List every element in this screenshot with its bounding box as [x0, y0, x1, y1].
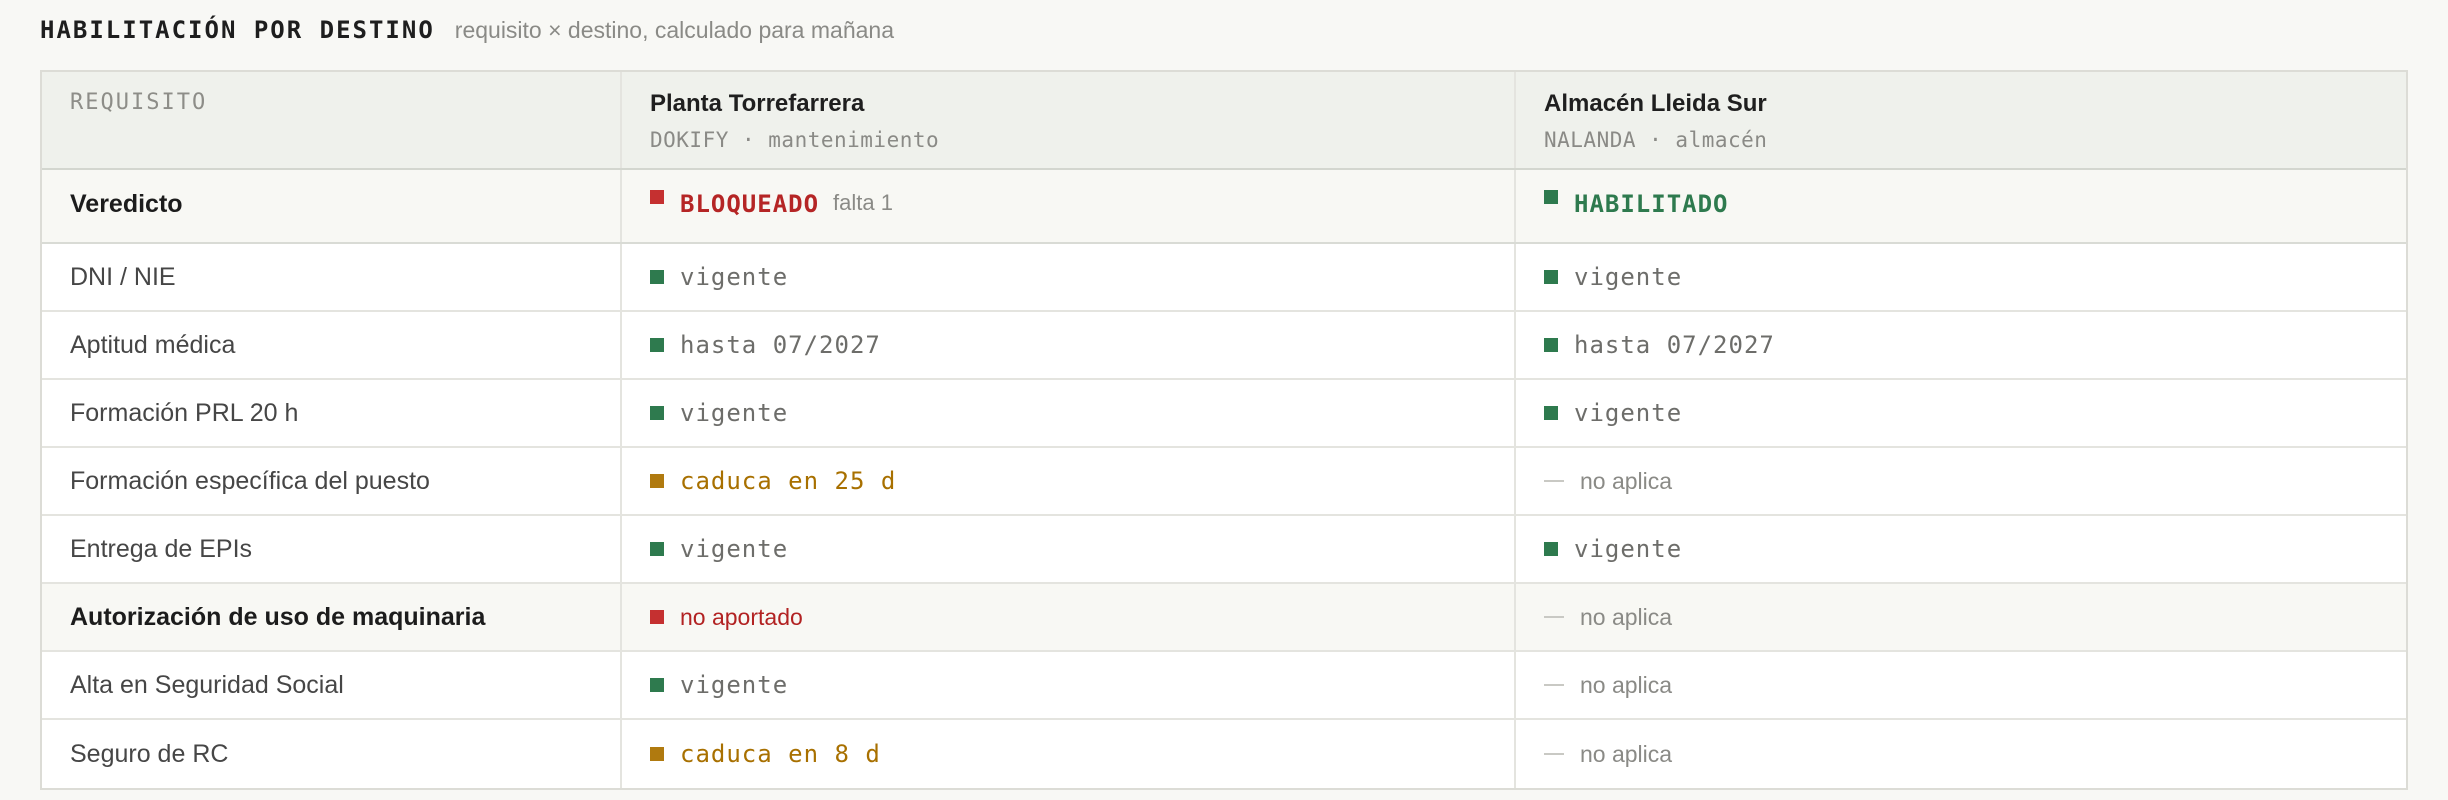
status-cell[interactable]: no aportado — [622, 584, 1516, 650]
requirement-cell: Formación PRL 20 h — [42, 380, 622, 446]
status-cell[interactable]: vigente — [622, 516, 1516, 582]
section-title: HABILITACIÓN POR DESTINO — [40, 16, 435, 44]
requirement-label: Autorización de uso de maquinaria — [70, 602, 486, 631]
requirement-cell: Aptitud médica — [42, 312, 622, 378]
section-subtitle: requisito × destino, calculado para maña… — [454, 16, 894, 43]
requirement-cell: Alta en Seguridad Social — [42, 652, 622, 718]
status-cell[interactable]: hasta 07/2027 — [1516, 312, 2406, 378]
status-text: caduca en 8 d — [680, 740, 881, 768]
requirement-column-header: REQUISITO — [42, 72, 622, 168]
status-text: vigente — [680, 263, 789, 291]
verdict-cell[interactable]: HABILITADO — [1516, 170, 2406, 242]
requirement-cell: Formación específica del puesto — [42, 448, 622, 514]
destination-column-header[interactable]: Almacén Lleida Sur NALANDA · almacén — [1516, 72, 2406, 168]
table-row: Formación PRL 20 h vigente vigente — [42, 380, 2406, 448]
table-row-highlighted: Autorización de uso de maquinaria no apo… — [42, 584, 2406, 652]
not-applicable-icon — [1544, 480, 1564, 482]
not-applicable-icon — [1544, 616, 1564, 618]
status-text: vigente — [680, 535, 789, 563]
ok-status-icon — [650, 270, 664, 284]
destination-column-header[interactable]: Planta Torrefarrera DOKIFY · mantenimien… — [622, 72, 1516, 168]
not-applicable-icon — [1544, 684, 1564, 686]
status-cell[interactable]: no aplica — [1516, 652, 2406, 718]
ok-status-icon — [650, 542, 664, 556]
verdict-status: BLOQUEADO — [680, 190, 820, 218]
destination-name: Almacén Lleida Sur — [1544, 90, 1767, 117]
requirement-label: Formación PRL 20 h — [70, 398, 299, 427]
table-row: DNI / NIE vigente vigente — [42, 244, 2406, 312]
verdict-cell[interactable]: BLOQUEADO falta 1 — [622, 170, 1516, 242]
ok-status-icon — [1544, 542, 1558, 556]
status-cell[interactable]: hasta 07/2027 — [622, 312, 1516, 378]
table-row: Formación específica del puesto caduca e… — [42, 448, 2406, 516]
table-header-row: REQUISITO Planta Torrefarrera DOKIFY · m… — [42, 72, 2406, 170]
ok-status-icon — [1544, 270, 1558, 284]
section-header: HABILITACIÓN POR DESTINO requisito × des… — [40, 12, 894, 48]
table-row: Aptitud médica hasta 07/2027 hasta 07/20… — [42, 312, 2406, 380]
ok-status-icon — [650, 678, 664, 692]
requirement-column-label: REQUISITO — [70, 90, 208, 115]
status-cell[interactable]: no aplica — [1516, 584, 2406, 650]
requirement-label: Formación específica del puesto — [70, 466, 430, 495]
missing-status-icon — [650, 610, 664, 624]
verdict-label-cell: Veredicto — [42, 170, 622, 242]
status-text: vigente — [1574, 263, 1683, 291]
verdict-row: Veredicto BLOQUEADO falta 1 HABILITADO — [42, 170, 2406, 244]
status-cell[interactable]: vigente — [622, 244, 1516, 310]
status-text: vigente — [1574, 399, 1683, 427]
verdict-status: HABILITADO — [1574, 190, 1729, 218]
ok-status-icon — [1544, 406, 1558, 420]
status-text: no aplica — [1580, 671, 1673, 698]
destination-meta: DOKIFY · mantenimiento — [650, 128, 940, 152]
status-text: no aportado — [680, 603, 803, 630]
status-text: no aplica — [1580, 603, 1673, 630]
status-cell[interactable]: caduca en 25 d — [622, 448, 1516, 514]
status-text: vigente — [680, 399, 789, 427]
status-text: vigente — [680, 671, 789, 699]
requirement-label: DNI / NIE — [70, 262, 176, 291]
ok-status-icon — [1544, 338, 1558, 352]
requirement-label: Alta en Seguridad Social — [70, 670, 344, 699]
status-cell[interactable]: no aplica — [1516, 448, 2406, 514]
status-text: hasta 07/2027 — [1574, 331, 1775, 359]
warning-status-icon — [650, 474, 664, 488]
status-cell[interactable]: vigente — [1516, 380, 2406, 446]
status-text: vigente — [1574, 535, 1683, 563]
requirements-matrix: REQUISITO Planta Torrefarrera DOKIFY · m… — [40, 70, 2408, 790]
requirement-cell: Entrega de EPIs — [42, 516, 622, 582]
status-cell[interactable]: no aplica — [1516, 720, 2406, 788]
not-applicable-icon — [1544, 753, 1564, 755]
requirement-cell: Autorización de uso de maquinaria — [42, 584, 622, 650]
table-row: Entrega de EPIs vigente vigente — [42, 516, 2406, 584]
table-row: Seguro de RC caduca en 8 d no aplica — [42, 720, 2406, 788]
requirement-label: Aptitud médica — [70, 330, 236, 359]
status-text: no aplica — [1580, 467, 1673, 494]
ok-status-icon — [650, 406, 664, 420]
status-cell[interactable]: vigente — [1516, 516, 2406, 582]
status-cell[interactable]: caduca en 8 d — [622, 720, 1516, 788]
status-text: caduca en 25 d — [680, 467, 897, 495]
verdict-label: Veredicto — [70, 190, 183, 218]
verdict-note: falta 1 — [833, 190, 893, 215]
status-text: no aplica — [1580, 740, 1673, 767]
requirement-cell: Seguro de RC — [42, 720, 622, 788]
status-text: hasta 07/2027 — [680, 331, 881, 359]
enabled-status-icon — [1544, 190, 1558, 204]
status-cell[interactable]: vigente — [622, 380, 1516, 446]
table-row: Alta en Seguridad Social vigente no apli… — [42, 652, 2406, 720]
status-cell[interactable]: vigente — [622, 652, 1516, 718]
requirement-label: Seguro de RC — [70, 739, 229, 768]
warning-status-icon — [650, 747, 664, 761]
status-cell[interactable]: vigente — [1516, 244, 2406, 310]
requirement-cell: DNI / NIE — [42, 244, 622, 310]
ok-status-icon — [650, 338, 664, 352]
requirement-label: Entrega de EPIs — [70, 534, 253, 563]
destination-name: Planta Torrefarrera — [650, 90, 865, 117]
destination-meta: NALANDA · almacén — [1544, 128, 1768, 152]
blocked-status-icon — [650, 190, 664, 204]
